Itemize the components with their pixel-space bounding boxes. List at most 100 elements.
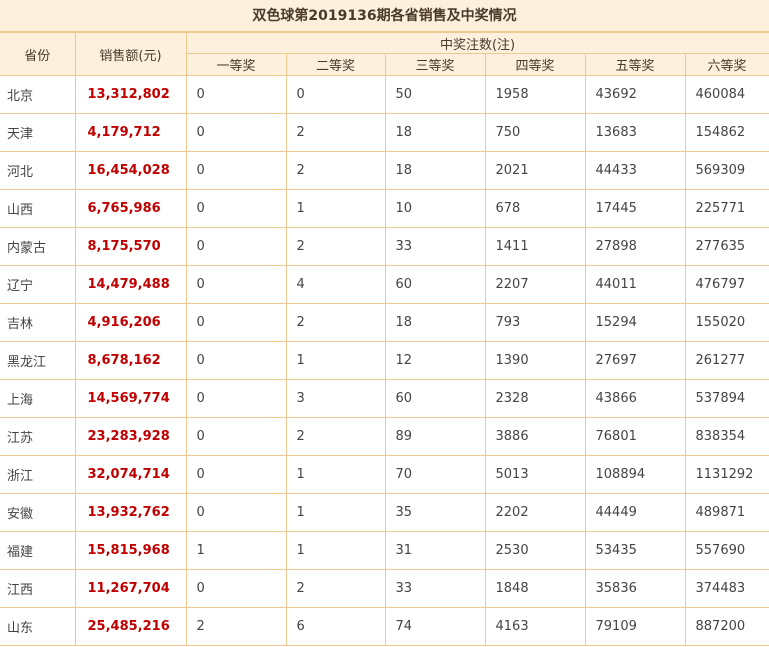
province-cell: 浙江 (0, 455, 76, 494)
prize-5-count-cell: 15294 (584, 303, 686, 342)
table-row: 内蒙古 8,175,570 0 2 33 1411 27898 277635 (0, 227, 769, 266)
prize-4-count-cell: 5013 (484, 455, 586, 494)
prize-6-count-cell: 225771 (684, 189, 769, 228)
prize-4-count-cell: 1848 (484, 569, 586, 608)
province-cell: 山东 (0, 607, 76, 646)
prize-4-count-cell: 678 (484, 189, 586, 228)
sales-cell: 14,569,774 (74, 379, 187, 418)
prize-5-count-cell: 79109 (584, 607, 686, 646)
prize-3-count-cell: 89 (384, 417, 486, 456)
table-row: 安徽 13,932,762 0 1 35 2202 44449 489871 (0, 493, 769, 532)
prize-1-count-cell: 0 (185, 493, 287, 532)
prize-6-count-cell: 277635 (684, 227, 769, 266)
sales-cell: 14,479,488 (74, 265, 187, 304)
prize-6-count-cell: 374483 (684, 569, 769, 608)
province-cell: 上海 (0, 379, 76, 418)
table-row: 山东 25,485,216 2 6 74 4163 79109 887200 (0, 607, 769, 646)
prize-2-count-cell: 2 (285, 151, 386, 190)
prize-4-count-cell: 750 (484, 113, 586, 152)
prize-5-count-cell: 44433 (584, 151, 686, 190)
sales-cell: 32,074,714 (74, 455, 187, 494)
prize-2-count-cell: 1 (285, 341, 386, 380)
prize-3-count-cell: 60 (384, 379, 486, 418)
prize-2-count-cell: 4 (285, 265, 386, 304)
header-prize-2: 二等奖 (285, 53, 386, 76)
table-row: 吉林 4,916,206 0 2 18 793 15294 155020 (0, 303, 769, 342)
province-cell: 福建 (0, 531, 76, 570)
province-cell: 北京 (0, 75, 76, 114)
province-cell: 江西 (0, 569, 76, 608)
prize-1-count-cell: 0 (185, 455, 287, 494)
sales-cell: 4,916,206 (74, 303, 187, 342)
prize-5-count-cell: 13683 (584, 113, 686, 152)
header-prize-6: 六等奖 (684, 53, 769, 76)
prize-5-count-cell: 27898 (584, 227, 686, 266)
prize-3-count-cell: 74 (384, 607, 486, 646)
prize-3-count-cell: 33 (384, 227, 486, 266)
prize-5-count-cell: 44011 (584, 265, 686, 304)
prize-5-count-cell: 53435 (584, 531, 686, 570)
prize-2-count-cell: 6 (285, 607, 386, 646)
header-province: 省份 (0, 32, 76, 76)
header-sales: 销售额(元) (74, 32, 187, 76)
prize-3-count-cell: 12 (384, 341, 486, 380)
sales-cell: 13,312,802 (74, 75, 187, 114)
prize-4-count-cell: 1390 (484, 341, 586, 380)
prize-4-count-cell: 4163 (484, 607, 586, 646)
province-cell: 内蒙古 (0, 227, 76, 266)
prize-2-count-cell: 0 (285, 75, 386, 114)
prize-3-count-cell: 33 (384, 569, 486, 608)
table-row: 北京 13,312,802 0 0 50 1958 43692 460084 (0, 75, 769, 114)
prize-2-count-cell: 3 (285, 379, 386, 418)
prize-5-count-cell: 76801 (584, 417, 686, 456)
prize-5-count-cell: 27697 (584, 341, 686, 380)
prize-1-count-cell: 0 (185, 569, 287, 608)
prize-1-count-cell: 1 (185, 531, 287, 570)
prize-1-count-cell: 0 (185, 189, 287, 228)
prize-6-count-cell: 154862 (684, 113, 769, 152)
prize-2-count-cell: 2 (285, 113, 386, 152)
table-row: 山西 6,765,986 0 1 10 678 17445 225771 (0, 189, 769, 228)
province-cell: 吉林 (0, 303, 76, 342)
prize-3-count-cell: 31 (384, 531, 486, 570)
prize-6-count-cell: 838354 (684, 417, 769, 456)
table-row: 福建 15,815,968 1 1 31 2530 53435 557690 (0, 531, 769, 570)
header-prize-3: 三等奖 (384, 53, 486, 76)
table-row: 河北 16,454,028 0 2 18 2021 44433 569309 (0, 151, 769, 190)
table-title: 双色球第2019136期各省销售及中奖情况 (0, 0, 769, 32)
prize-2-count-cell: 2 (285, 303, 386, 342)
prize-4-count-cell: 2207 (484, 265, 586, 304)
prize-6-count-cell: 887200 (684, 607, 769, 646)
prize-3-count-cell: 10 (384, 189, 486, 228)
prize-4-count-cell: 1958 (484, 75, 586, 114)
table-row: 天津 4,179,712 0 2 18 750 13683 154862 (0, 113, 769, 152)
prize-2-count-cell: 1 (285, 455, 386, 494)
prize-6-count-cell: 155020 (684, 303, 769, 342)
header-prize-1: 一等奖 (186, 53, 287, 76)
prize-6-count-cell: 476797 (684, 265, 769, 304)
prize-4-count-cell: 3886 (484, 417, 586, 456)
sales-cell: 11,267,704 (74, 569, 187, 608)
prize-4-count-cell: 2530 (484, 531, 586, 570)
prize-3-count-cell: 50 (384, 75, 486, 114)
sales-cell: 4,179,712 (74, 113, 187, 152)
prize-1-count-cell: 0 (185, 379, 287, 418)
sales-cell: 25,485,216 (74, 607, 187, 646)
prize-1-count-cell: 0 (185, 151, 287, 190)
prize-2-count-cell: 1 (285, 189, 386, 228)
sales-cell: 23,283,928 (74, 417, 187, 456)
table-row: 江西 11,267,704 0 2 33 1848 35836 374483 (0, 569, 769, 608)
prize-1-count-cell: 0 (185, 417, 287, 456)
prize-6-count-cell: 261277 (684, 341, 769, 380)
table-row: 浙江 32,074,714 0 1 70 5013 108894 1131292 (0, 455, 769, 494)
prize-3-count-cell: 70 (384, 455, 486, 494)
province-sales-table: 省份 销售额(元) 中奖注数(注) 一等奖 二等奖 三等奖 四等奖 五等奖 六等… (0, 32, 769, 646)
prize-4-count-cell: 1411 (484, 227, 586, 266)
prize-5-count-cell: 43866 (584, 379, 686, 418)
province-cell: 山西 (0, 189, 76, 228)
province-cell: 黑龙江 (0, 341, 76, 380)
prize-4-count-cell: 793 (484, 303, 586, 342)
prize-5-count-cell: 35836 (584, 569, 686, 608)
sales-cell: 6,765,986 (74, 189, 187, 228)
table-row: 黑龙江 8,678,162 0 1 12 1390 27697 261277 (0, 341, 769, 380)
